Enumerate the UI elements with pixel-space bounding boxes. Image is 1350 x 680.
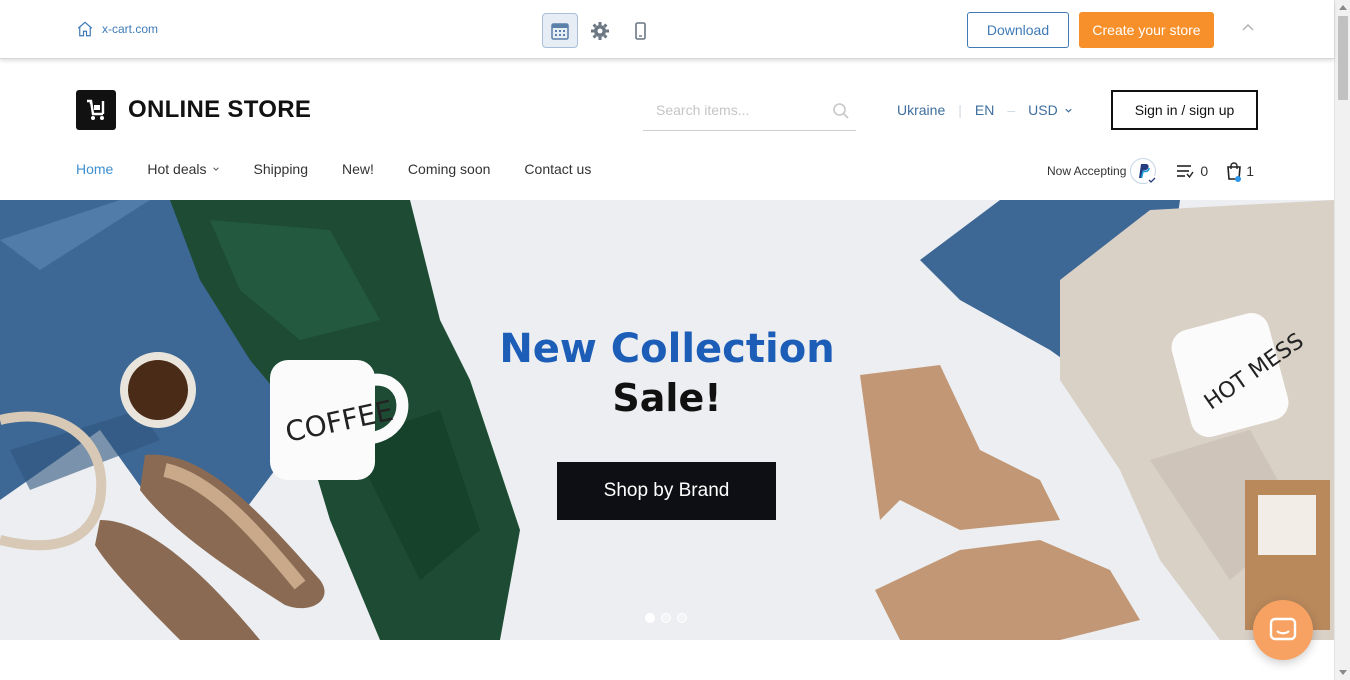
- chevron-down-icon: [1065, 108, 1072, 113]
- nav-item-coming-soon[interactable]: Coming soon: [408, 161, 491, 177]
- scroll-thumb[interactable]: [1338, 16, 1348, 100]
- compare-list-icon: [1177, 165, 1194, 179]
- nav-item-label: Contact us: [524, 161, 592, 177]
- scroll-up-arrow[interactable]: [1339, 5, 1347, 10]
- scrollbar[interactable]: [1334, 0, 1350, 680]
- chevron-down-icon: [212, 167, 219, 171]
- shop-by-brand-button[interactable]: Shop by Brand: [557, 462, 776, 520]
- create-store-button[interactable]: Create your store: [1079, 12, 1214, 48]
- calendar-icon: [551, 22, 569, 40]
- chevron-up-icon[interactable]: [1240, 20, 1256, 36]
- check-icon: [1147, 175, 1158, 185]
- mobile-tool-button[interactable]: [622, 13, 658, 48]
- paypal-icon: [1130, 158, 1158, 185]
- x-cart-link-label: x-cart.com: [102, 22, 159, 36]
- settings-tool-button[interactable]: [582, 13, 618, 48]
- gear-icon: [591, 21, 609, 40]
- nav-item-home[interactable]: Home: [76, 161, 113, 177]
- calendar-tool-button[interactable]: [542, 13, 578, 48]
- chat-widget-button[interactable]: [1253, 600, 1313, 660]
- banner-subtitle: Sale!: [612, 376, 722, 420]
- hero-banner[interactable]: COFFEE HOT MESS New Collection Sale! Sho…: [0, 200, 1334, 640]
- compare-list-button[interactable]: 0: [1176, 163, 1208, 179]
- banner-image: COFFEE HOT MESS: [0, 200, 1334, 640]
- search-input[interactable]: [643, 92, 823, 128]
- mobile-icon: [635, 21, 646, 40]
- slider-dot[interactable]: [645, 613, 655, 623]
- home-icon: [77, 21, 93, 37]
- nav-item-new[interactable]: New!: [342, 161, 374, 177]
- locale-selector[interactable]: Ukraine | EN – USD: [897, 102, 1073, 118]
- nav-item-contact-us[interactable]: Contact us: [524, 161, 591, 177]
- language-selector[interactable]: EN: [975, 102, 994, 118]
- divider: –: [1007, 102, 1016, 118]
- cart-count: 1: [1246, 163, 1254, 179]
- chat-icon: [1269, 617, 1297, 641]
- nav-item-label: Hot deals: [147, 161, 207, 177]
- search-icon[interactable]: [832, 102, 850, 120]
- nav-item-hot-deals[interactable]: Hot deals: [147, 161, 219, 177]
- demo-tools: [542, 13, 662, 48]
- country-selector[interactable]: Ukraine: [897, 102, 945, 118]
- nav-item-label: Home: [76, 161, 114, 177]
- nav-item-shipping[interactable]: Shipping: [254, 161, 309, 177]
- download-button[interactable]: Download: [967, 12, 1069, 48]
- scroll-down-arrow[interactable]: [1339, 670, 1347, 675]
- store-logo[interactable]: ONLINE STORE: [76, 90, 311, 130]
- banner-title: New Collection: [499, 326, 835, 372]
- main-nav: Home Hot deals Shipping New! Coming soon…: [76, 161, 625, 177]
- now-accepting-label: Now Accepting: [1047, 164, 1127, 178]
- cart-button[interactable]: 1: [1226, 162, 1254, 182]
- divider: |: [958, 102, 962, 118]
- cart-badge-dot: [1235, 176, 1242, 182]
- nav-item-label: Coming soon: [407, 161, 491, 177]
- slider-dot[interactable]: [677, 613, 687, 623]
- store-name: ONLINE STORE: [128, 96, 312, 123]
- slider-dots: [645, 613, 687, 623]
- search-box: [643, 92, 856, 131]
- nav-item-label: New!: [342, 161, 374, 177]
- logo-cart-icon: [76, 90, 116, 130]
- nav-item-label: Shipping: [253, 161, 309, 177]
- compare-count: 0: [1200, 163, 1209, 179]
- header-right-tools: Now Accepting 0 1: [1047, 158, 1254, 185]
- slider-dot[interactable]: [661, 613, 671, 623]
- currency-selector[interactable]: USD: [1028, 102, 1058, 118]
- x-cart-home-link[interactable]: x-cart.com: [76, 20, 158, 38]
- demo-toolbar: x-cart.com Download Create your store: [0, 0, 1334, 59]
- sign-in-button[interactable]: Sign in / sign up: [1111, 90, 1258, 130]
